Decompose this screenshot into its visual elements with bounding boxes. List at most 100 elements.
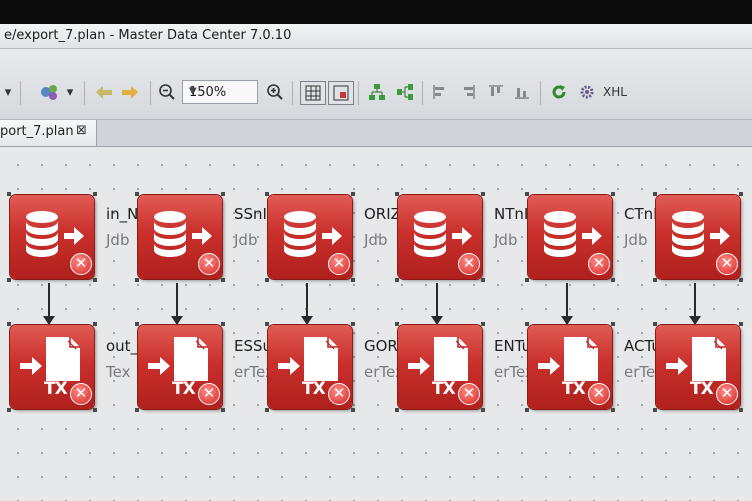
- snap-toggle-icon[interactable]: [328, 81, 354, 105]
- selection-handle[interactable]: [395, 408, 399, 412]
- error-icon: ✕: [588, 383, 610, 405]
- selection-handle[interactable]: [7, 408, 11, 412]
- selection-handle[interactable]: [93, 322, 97, 326]
- selection-handle[interactable]: [93, 192, 97, 196]
- toolbar-dropdown-arrow[interactable]: ▾: [2, 81, 14, 103]
- node-type-label: Jdb: [624, 231, 648, 249]
- selection-handle[interactable]: [93, 408, 97, 412]
- align-right-icon[interactable]: [458, 81, 478, 103]
- selection-handle[interactable]: [265, 408, 269, 412]
- error-icon: ✕: [716, 253, 738, 275]
- selection-handle[interactable]: [525, 408, 529, 412]
- selection-handle[interactable]: [93, 278, 97, 282]
- selection-handle[interactable]: [135, 278, 139, 282]
- selection-handle[interactable]: [481, 278, 485, 282]
- selection-handle[interactable]: [611, 278, 615, 282]
- text-writer-node[interactable]: TX ✕: [656, 325, 740, 409]
- selection-handle[interactable]: [611, 408, 615, 412]
- deploy-dropdown-icon[interactable]: ▾: [64, 81, 76, 103]
- selection-handle[interactable]: [395, 192, 399, 196]
- selection-handle[interactable]: [525, 278, 529, 282]
- settings-gear-icon[interactable]: [576, 81, 598, 103]
- close-icon[interactable]: ⊠: [76, 123, 87, 138]
- selection-handle[interactable]: [739, 192, 743, 196]
- selection-handle[interactable]: [739, 408, 743, 412]
- selection-handle[interactable]: [221, 408, 225, 412]
- connector-arrow: [431, 283, 443, 325]
- monitor-bezel: [0, 0, 752, 24]
- connector-arrow: [171, 283, 183, 325]
- selection-handle[interactable]: [653, 408, 657, 412]
- deploy-icon[interactable]: [38, 81, 62, 103]
- window-titlebar: e/export_7.plan - Master Data Center 7.0…: [0, 24, 752, 49]
- grid-toggle-icon[interactable]: [300, 81, 326, 105]
- selection-handle[interactable]: [7, 278, 11, 282]
- editor-tab-bar: port_7.plan ⊠: [0, 120, 752, 147]
- text-writer-node[interactable]: TX ✕: [398, 325, 482, 409]
- selection-handle[interactable]: [351, 278, 355, 282]
- selection-handle[interactable]: [611, 192, 615, 196]
- plan-canvas[interactable]: ✕ TX ✕ in_N Jdb out_ Tex ✕ TX ✕ SSnI Jdb ESSut erTex ✕…: [0, 147, 752, 501]
- selection-handle[interactable]: [481, 322, 485, 326]
- selection-handle[interactable]: [265, 322, 269, 326]
- selection-handle[interactable]: [221, 192, 225, 196]
- node-type-label: Jdb: [364, 231, 388, 249]
- text-writer-node[interactable]: TX ✕: [138, 325, 222, 409]
- selection-handle[interactable]: [7, 322, 11, 326]
- jdbc-reader-node[interactable]: ✕: [10, 195, 94, 279]
- selection-handle[interactable]: [653, 322, 657, 326]
- selection-handle[interactable]: [525, 192, 529, 196]
- selection-handle[interactable]: [395, 322, 399, 326]
- selection-handle[interactable]: [481, 408, 485, 412]
- align-left-icon[interactable]: [430, 81, 450, 103]
- error-icon: ✕: [198, 253, 220, 275]
- selection-handle[interactable]: [135, 322, 139, 326]
- selection-handle[interactable]: [351, 322, 355, 326]
- text-writer-node[interactable]: TX ✕: [10, 325, 94, 409]
- selection-handle[interactable]: [135, 192, 139, 196]
- zoom-in-icon[interactable]: [264, 81, 286, 103]
- selection-handle[interactable]: [351, 408, 355, 412]
- node-type-text: TX: [690, 379, 714, 399]
- flow-layout-icon[interactable]: [394, 81, 416, 103]
- jdbc-reader-node[interactable]: ✕: [528, 195, 612, 279]
- selection-handle[interactable]: [395, 278, 399, 282]
- selection-handle[interactable]: [265, 278, 269, 282]
- jdbc-reader-node[interactable]: ✕: [656, 195, 740, 279]
- tree-layout-icon[interactable]: [366, 81, 388, 103]
- tab-label: port_7.plan: [0, 124, 74, 139]
- node-type-label: Jdb: [494, 231, 518, 249]
- selection-handle[interactable]: [739, 278, 743, 282]
- refresh-icon[interactable]: [548, 81, 570, 103]
- node-label: NTnI: [494, 205, 529, 223]
- jdbc-reader-node[interactable]: ✕: [268, 195, 352, 279]
- zoom-level-select[interactable]: 150% ▼: [182, 80, 258, 104]
- selection-handle[interactable]: [739, 322, 743, 326]
- text-writer-node[interactable]: TX ✕: [528, 325, 612, 409]
- align-bottom-icon[interactable]: [512, 81, 532, 103]
- redo-icon[interactable]: [118, 81, 142, 103]
- selection-handle[interactable]: [7, 192, 11, 196]
- selection-handle[interactable]: [351, 192, 355, 196]
- undo-icon[interactable]: [92, 81, 116, 103]
- selection-handle[interactable]: [525, 322, 529, 326]
- node-type-label: Jdb: [234, 231, 258, 249]
- align-top-icon[interactable]: [486, 81, 506, 103]
- selection-handle[interactable]: [611, 322, 615, 326]
- xhl-button[interactable]: XHL: [602, 81, 628, 103]
- error-icon: ✕: [458, 383, 480, 405]
- selection-handle[interactable]: [653, 278, 657, 282]
- jdbc-reader-node[interactable]: ✕: [398, 195, 482, 279]
- selection-handle[interactable]: [481, 192, 485, 196]
- jdbc-reader-node[interactable]: ✕: [138, 195, 222, 279]
- selection-handle[interactable]: [221, 322, 225, 326]
- selection-handle[interactable]: [653, 192, 657, 196]
- connector-arrow: [561, 283, 573, 325]
- text-writer-node[interactable]: TX ✕: [268, 325, 352, 409]
- selection-handle[interactable]: [135, 408, 139, 412]
- error-icon: ✕: [328, 253, 350, 275]
- selection-handle[interactable]: [265, 192, 269, 196]
- selection-handle[interactable]: [221, 278, 225, 282]
- tab-export-plan[interactable]: port_7.plan ⊠: [0, 120, 97, 146]
- zoom-out-icon[interactable]: [156, 81, 178, 103]
